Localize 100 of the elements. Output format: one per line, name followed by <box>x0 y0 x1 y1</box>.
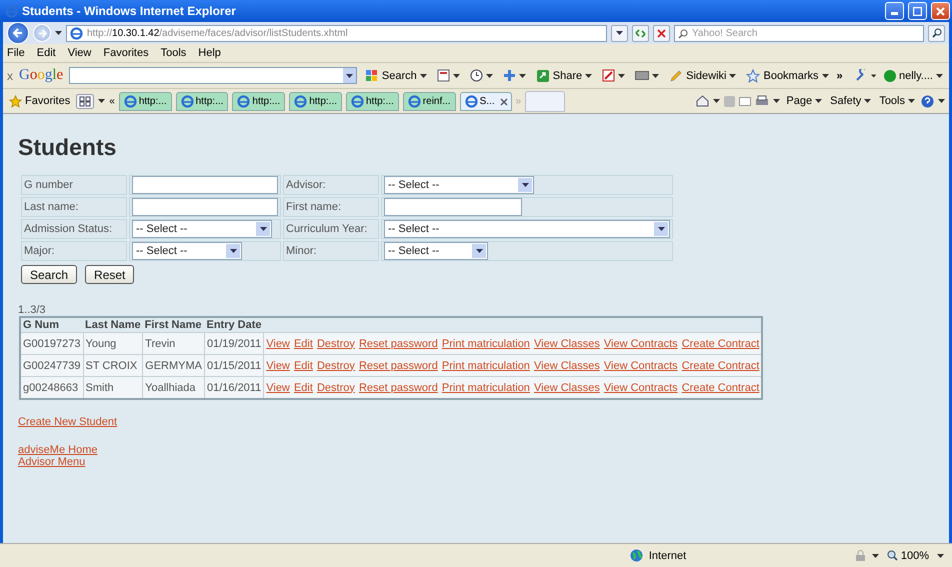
action-link[interactable]: View Classes <box>534 382 600 394</box>
share-icon[interactable] <box>536 68 550 82</box>
browser-tab[interactable]: reinf... <box>402 92 456 110</box>
action-link[interactable]: View <box>266 338 290 350</box>
bar-icon[interactable] <box>635 71 650 80</box>
browser-tab[interactable]: http:... <box>346 92 399 110</box>
select-field[interactable]: -- Select -- <box>132 242 242 260</box>
action-link[interactable]: Create Contract <box>682 360 760 372</box>
caret-icon[interactable] <box>864 99 872 103</box>
caret-icon[interactable] <box>616 31 623 35</box>
search-button[interactable] <box>928 24 945 42</box>
select-field[interactable]: -- Select -- <box>132 220 272 238</box>
action-link[interactable]: View Contracts <box>604 338 678 350</box>
action-link[interactable]: View <box>266 382 290 394</box>
toolbar-button[interactable]: Sidewiki <box>667 68 738 82</box>
caret-icon[interactable] <box>420 74 427 78</box>
command-button[interactable]: Tools <box>877 95 917 107</box>
browser-tab[interactable]: S... <box>460 92 512 110</box>
action-link[interactable]: Destroy <box>316 360 355 372</box>
menu-item[interactable]: Edit <box>36 47 56 59</box>
action-link[interactable]: Reset password <box>358 338 438 350</box>
page-icon[interactable] <box>436 69 450 82</box>
action-link[interactable]: View Contracts <box>604 382 678 394</box>
caret-icon[interactable] <box>346 74 353 78</box>
caret-icon[interactable] <box>98 99 106 103</box>
star-icon[interactable] <box>9 94 22 108</box>
minimize-button[interactable] <box>885 2 904 20</box>
favorites-button[interactable]: Favorites <box>7 94 72 108</box>
caret-icon[interactable] <box>658 227 664 231</box>
command-button[interactable]: Page <box>784 95 824 107</box>
nav-link[interactable]: Advisor Menu <box>18 456 86 468</box>
menu-item[interactable]: View <box>68 47 92 59</box>
close-icon[interactable] <box>936 6 945 16</box>
action-link[interactable]: Edit <box>294 360 313 372</box>
close-toolbar-button[interactable]: x <box>7 68 13 82</box>
action-link[interactable]: Reset password <box>358 360 438 372</box>
stop-icon[interactable] <box>657 28 666 38</box>
maximize-icon[interactable] <box>913 6 922 16</box>
block-icon[interactable] <box>602 69 616 82</box>
action-link[interactable]: Edit <box>294 338 313 350</box>
action-link[interactable]: View Classes <box>534 360 600 372</box>
back-button[interactable] <box>7 22 29 44</box>
action-link[interactable]: Create Contract <box>682 338 760 350</box>
search-field[interactable]: Yahoo! Search <box>674 24 924 42</box>
browser-tab[interactable]: http:... <box>118 92 172 110</box>
caret-icon[interactable] <box>518 74 526 78</box>
caret-icon[interactable] <box>230 249 236 253</box>
form-button[interactable]: Reset <box>85 265 134 284</box>
star-icon[interactable] <box>746 68 760 82</box>
action-link[interactable]: Create Contract <box>682 382 760 394</box>
toolbar-search-field[interactable] <box>69 67 357 84</box>
form-button[interactable]: Search <box>21 265 78 284</box>
caret-icon[interactable] <box>937 554 944 558</box>
toolbar-button[interactable]: Share <box>534 68 594 82</box>
maximize-button[interactable] <box>908 2 927 20</box>
action-link[interactable]: Reset password <box>358 382 438 394</box>
caret-icon[interactable] <box>585 74 592 78</box>
account-button[interactable]: nelly.... <box>882 70 945 82</box>
printer-icon[interactable] <box>755 95 770 107</box>
action-link[interactable]: Edit <box>294 382 313 394</box>
scroll-left-button[interactable]: « <box>109 96 115 106</box>
caret-icon[interactable] <box>729 74 736 78</box>
action-link[interactable]: View <box>266 360 290 372</box>
caret-icon[interactable] <box>522 183 528 187</box>
action-link[interactable]: View Contracts <box>604 360 678 372</box>
close-tab-icon[interactable] <box>500 98 508 106</box>
caret-icon[interactable] <box>618 74 626 78</box>
caret-icon[interactable] <box>815 99 822 103</box>
select-field[interactable]: -- Select -- <box>384 242 488 260</box>
select-field[interactable]: -- Select -- <box>384 220 670 238</box>
caret-icon[interactable] <box>872 554 879 558</box>
caret-icon[interactable] <box>822 74 829 78</box>
input-field[interactable] <box>384 198 522 216</box>
close-button[interactable] <box>931 2 950 20</box>
caret-icon[interactable] <box>55 31 62 35</box>
toolbar-button[interactable]: Bookmarks <box>744 68 831 82</box>
caret-icon[interactable] <box>908 99 915 103</box>
caret-icon[interactable] <box>870 74 876 78</box>
caret-icon[interactable] <box>713 99 720 103</box>
zoom-icon[interactable] <box>886 550 898 561</box>
caret-icon[interactable] <box>452 74 460 78</box>
menu-item[interactable]: Favorites <box>103 47 149 59</box>
nav-link[interactable]: adviseMe Home <box>18 444 98 456</box>
caret-icon[interactable] <box>773 99 780 103</box>
caret-icon[interactable] <box>938 99 945 103</box>
action-link[interactable]: Print matriculation <box>442 338 530 350</box>
dropdown-button[interactable] <box>611 24 628 42</box>
caret-icon[interactable] <box>486 74 493 78</box>
more-button[interactable]: » <box>836 70 843 82</box>
refresh-icon[interactable] <box>635 28 646 38</box>
toolbar-button[interactable]: Search <box>362 68 429 82</box>
grid-icon[interactable] <box>76 94 94 108</box>
wrench-icon[interactable] <box>854 69 865 82</box>
stop-button[interactable] <box>653 24 670 42</box>
action-link[interactable]: Destroy <box>316 382 355 394</box>
home-icon[interactable] <box>696 95 710 107</box>
back-arrow-icon[interactable] <box>13 28 23 38</box>
action-link[interactable]: Print matriculation <box>442 360 530 372</box>
clock-icon[interactable] <box>470 69 483 82</box>
action-link[interactable]: View Classes <box>534 338 600 350</box>
